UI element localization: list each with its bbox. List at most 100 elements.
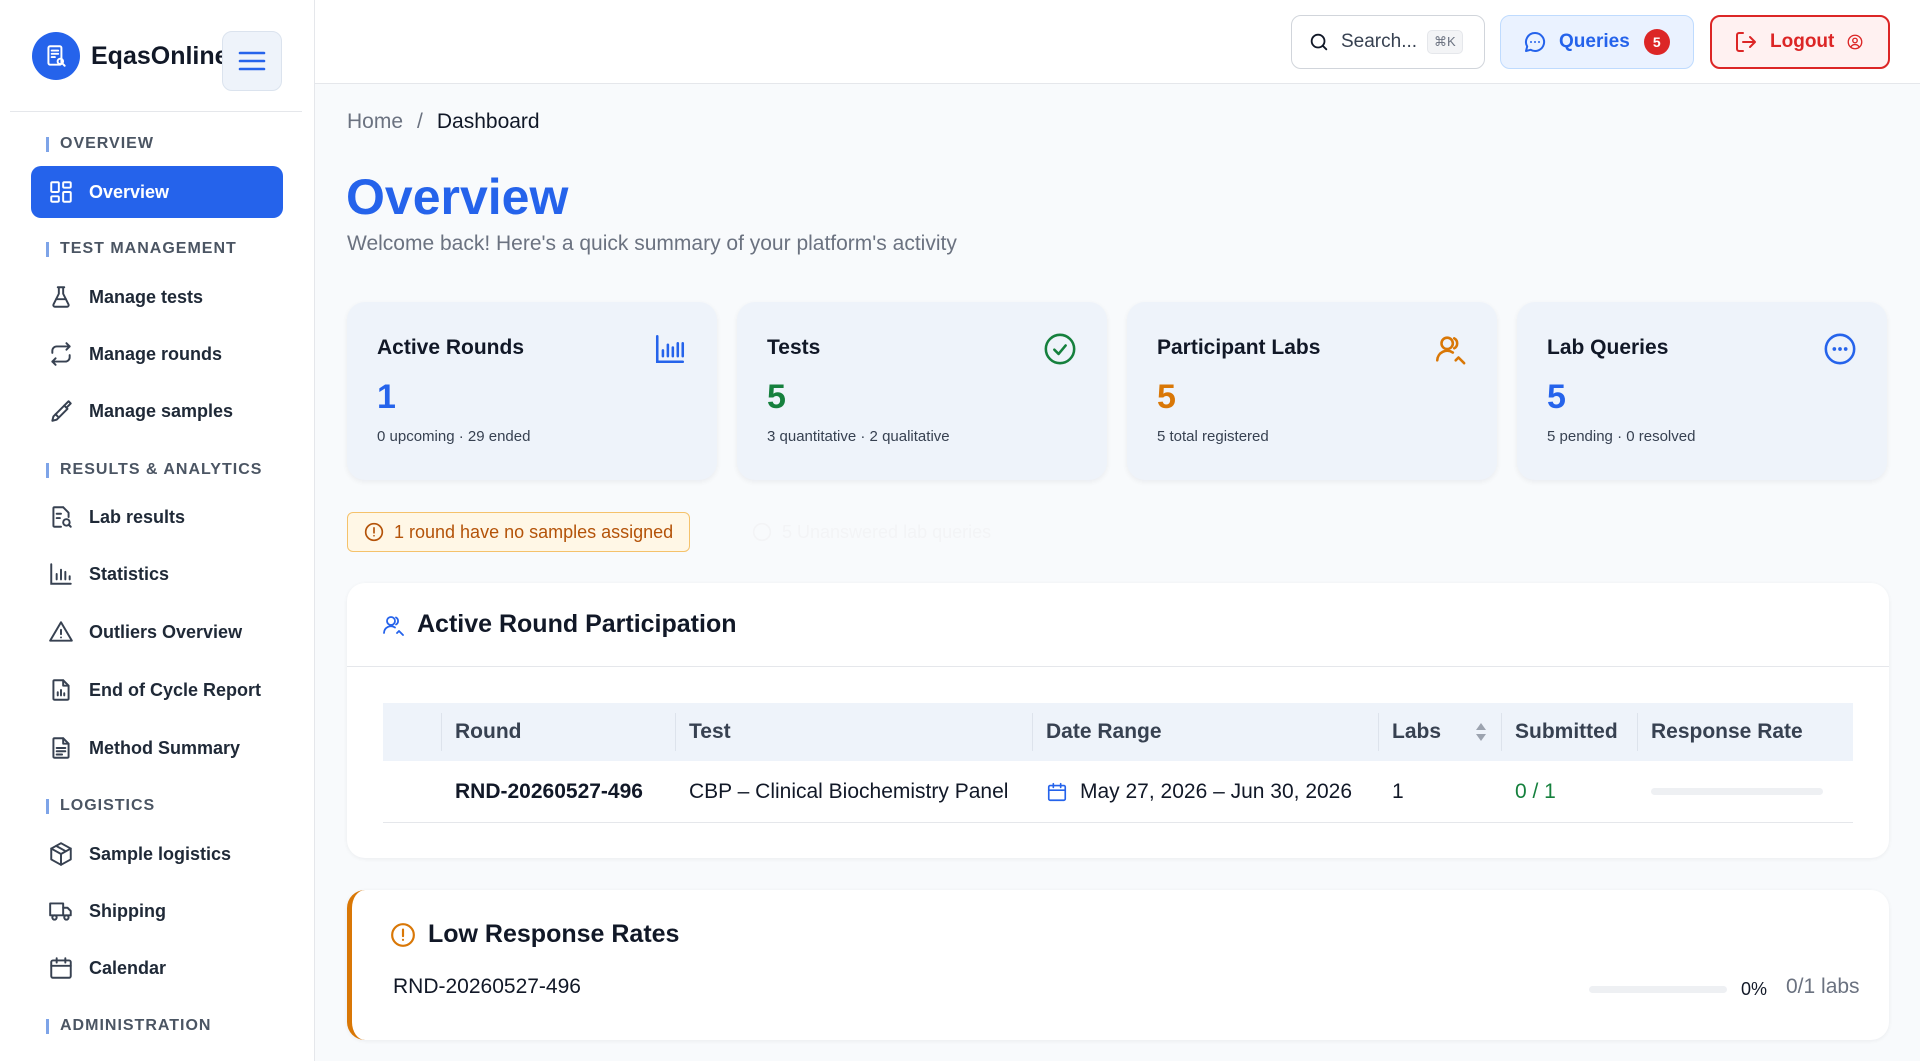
stat-value: 5 xyxy=(1157,378,1176,416)
menu-toggle-button[interactable] xyxy=(222,31,282,91)
truck-icon xyxy=(49,902,72,921)
stat-sub: 5 pending · 0 resolved xyxy=(1547,428,1696,445)
document-icon xyxy=(52,737,70,759)
stat-card-participant-labs[interactable]: Participant Labs 5 5 total registered xyxy=(1127,302,1497,480)
breadcrumb-current: Dashboard xyxy=(436,110,540,133)
section-administration: ADMINISTRATION xyxy=(46,1017,211,1035)
users-icon xyxy=(1435,336,1466,365)
logo-icon xyxy=(32,32,80,80)
stat-title: Lab Queries xyxy=(1547,336,1669,359)
sidebar-item-statistics[interactable]: Statistics xyxy=(31,548,283,600)
breadcrumb-home[interactable]: Home xyxy=(347,110,403,134)
sidebar-item-method-summary[interactable]: Method Summary xyxy=(31,722,283,774)
sidebar-item-overview[interactable]: Overview xyxy=(31,166,283,218)
logout-label: Logout xyxy=(1770,31,1835,52)
sidebar-item-sample-logistics[interactable]: Sample logistics xyxy=(31,828,283,880)
low-response-round[interactable]: RND-20260527-496 xyxy=(393,975,581,999)
brand: EqasOnline xyxy=(0,0,314,112)
alert-text: 1 round have no samples assigned xyxy=(394,521,674,542)
search-button[interactable]: Search... ⌘K xyxy=(1291,15,1485,69)
bar-chart-icon xyxy=(50,563,72,585)
no-samples-alert[interactable]: 1 round have no samples assigned xyxy=(347,512,691,552)
stat-sub: 0 upcoming · 29 ended xyxy=(377,428,531,445)
page-title: Overview xyxy=(346,169,569,225)
sidebar-item-label: Method Summary xyxy=(89,737,241,758)
chat-icon xyxy=(1525,31,1546,52)
column-header-response-rate[interactable]: Response Rate xyxy=(1651,703,1803,761)
column-label: Labs xyxy=(1392,720,1442,743)
stat-card-lab-queries[interactable]: Lab Queries 5 5 pending · 0 resolved xyxy=(1517,302,1887,480)
alert-circle-icon xyxy=(364,522,384,542)
panel-title: Active Round Participation xyxy=(417,610,737,638)
stat-sub: 3 quantitative · 2 qualitative xyxy=(767,428,950,445)
section-logistics: LOGISTICS xyxy=(46,797,155,815)
bar-chart-icon xyxy=(655,334,685,364)
column-header-date-range[interactable]: Date Range xyxy=(1046,703,1162,761)
low-response-labs: 0/1 labs xyxy=(1786,975,1860,998)
participation-table: Round Test Date Range Labs Submitted Res… xyxy=(383,703,1853,823)
sidebar-item-manage-rounds[interactable]: Manage rounds xyxy=(31,328,283,380)
sort-icon[interactable] xyxy=(1475,721,1487,743)
queries-label: Queries xyxy=(1559,31,1630,52)
sidebar-item-label: Calendar xyxy=(89,957,167,978)
logout-button[interactable]: Logout xyxy=(1710,15,1890,69)
search-label: Search... xyxy=(1341,31,1418,52)
sidebar-item-label: Overview xyxy=(89,181,170,202)
active-round-participation-panel: Active Round Participation Round Test Da… xyxy=(347,583,1889,858)
table-row[interactable]: RND-20260527-496 CBP – Clinical Biochemi… xyxy=(383,761,1853,823)
response-rate-bar xyxy=(1651,788,1823,795)
queries-button[interactable]: Queries 5 xyxy=(1500,15,1694,69)
sidebar-item-shipping[interactable]: Shipping xyxy=(31,885,283,937)
column-header-test[interactable]: Test xyxy=(689,703,731,761)
pipette-icon xyxy=(51,400,72,422)
section-results-analytics: RESULTS & ANALYTICS xyxy=(46,461,262,479)
section-test-management: TEST MANAGEMENT xyxy=(46,240,237,258)
sidebar-item-manage-tests[interactable]: Manage tests xyxy=(31,271,283,323)
section-overview: OVERVIEW xyxy=(46,135,154,153)
logout-icon xyxy=(1736,32,1756,52)
stat-value: 5 xyxy=(767,378,786,416)
sidebar-item-outliers-overview[interactable]: Outliers Overview xyxy=(31,606,283,658)
sidebar-item-label: Shipping xyxy=(89,900,166,921)
stat-sub: 5 total registered xyxy=(1157,428,1269,445)
column-header-round[interactable]: Round xyxy=(455,703,521,761)
grid-icon xyxy=(50,181,72,203)
search-shortcut: ⌘K xyxy=(1427,30,1463,54)
sidebar-item-label: Manage samples xyxy=(89,400,234,421)
sidebar-item-label: Manage tests xyxy=(89,286,204,307)
cell-labs: 1 xyxy=(1392,779,1404,803)
unanswered-queries-alert[interactable]: 5 Unanswered lab queries xyxy=(752,512,991,552)
low-response-title: Low Response Rates xyxy=(428,920,680,948)
column-header-submitted[interactable]: Submitted xyxy=(1515,703,1618,761)
calendar-icon xyxy=(1047,782,1067,801)
cell-test: CBP – Clinical Biochemistry Panel xyxy=(689,779,1009,803)
sidebar-item-label: End of Cycle Report xyxy=(89,679,262,700)
sidebar-item-label: Outliers Overview xyxy=(89,621,243,642)
cell-response-rate xyxy=(1651,761,1823,822)
alert-circle-icon xyxy=(391,922,415,947)
sidebar-item-manage-samples[interactable]: Manage samples xyxy=(31,385,283,437)
repeat-icon xyxy=(51,342,71,366)
stat-card-tests[interactable]: Tests 5 3 quantitative · 2 qualitative xyxy=(737,302,1107,480)
date-range-text: May 27, 2026 – Jun 30, 2026 xyxy=(1080,779,1353,803)
stat-title: Active Rounds xyxy=(377,336,525,359)
sidebar-item-label: Lab results xyxy=(89,506,186,527)
table-header: Round Test Date Range Labs Submitted Res… xyxy=(383,703,1853,761)
cell-round: RND-20260527-496 xyxy=(455,779,643,803)
chat-dots-icon xyxy=(1824,333,1856,365)
stat-card-active-rounds[interactable]: Active Rounds 1 0 upcoming · 29 ended xyxy=(347,302,717,480)
sidebar-item-calendar[interactable]: Calendar xyxy=(31,942,283,994)
stat-value: 1 xyxy=(377,378,396,416)
queries-count-badge: 5 xyxy=(1643,29,1670,55)
file-chart-icon xyxy=(52,506,72,528)
sidebar-item-end-of-cycle-report[interactable]: End of Cycle Report xyxy=(31,664,283,716)
sidebar-item-lab-results[interactable]: Lab results xyxy=(31,491,283,543)
column-header-labs[interactable]: Labs xyxy=(1392,703,1487,761)
calendar-icon xyxy=(50,957,72,979)
sidebar-item-label: Statistics xyxy=(89,563,170,584)
page-subtitle: Welcome back! Here's a quick summary of … xyxy=(347,232,957,255)
low-response-header: Low Response Rates xyxy=(390,920,679,949)
sidebar-item-label: Sample logistics xyxy=(89,843,232,864)
warning-triangle-icon xyxy=(49,621,73,642)
cell-date-range: May 27, 2026 – Jun 30, 2026 xyxy=(1046,761,1352,822)
